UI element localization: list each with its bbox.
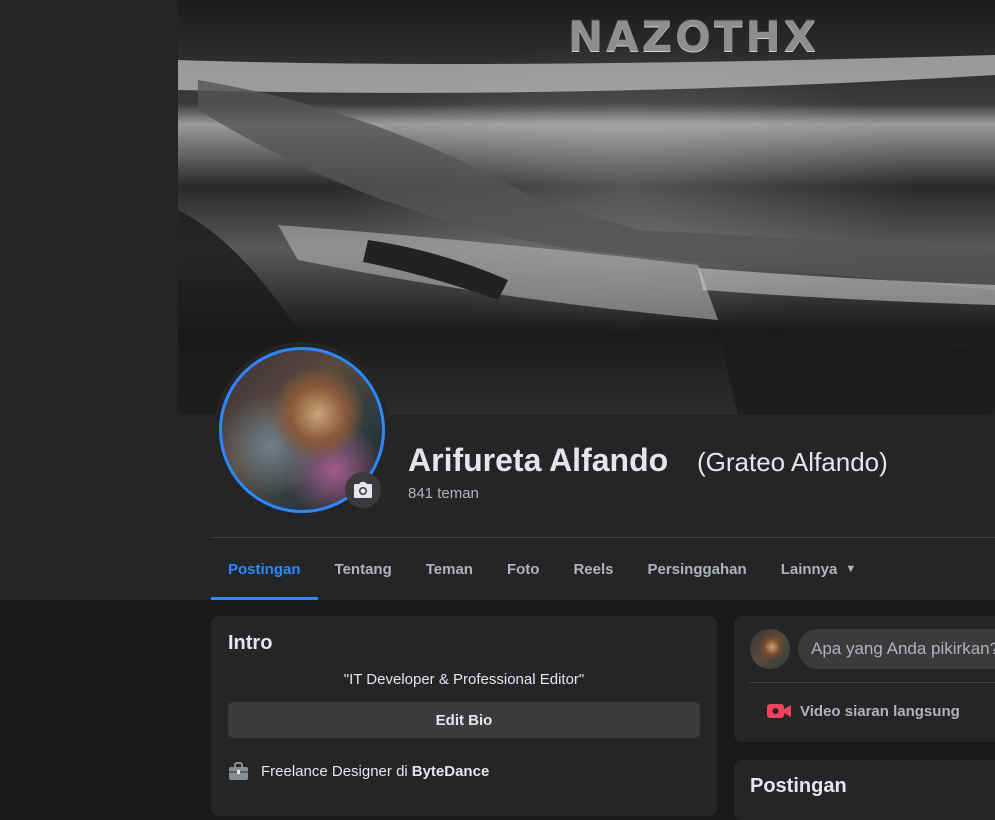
edit-bio-button[interactable]: Edit Bio xyxy=(228,702,700,738)
tab-foto[interactable]: Foto xyxy=(490,538,556,600)
camera-icon[interactable] xyxy=(345,472,381,508)
tab-reels[interactable]: Reels xyxy=(556,538,630,600)
composer-card: Apa yang Anda pikirkan? Video siaran lan… xyxy=(734,616,995,742)
tab-tentang[interactable]: Tentang xyxy=(318,538,409,600)
cover-brand-text: NAZOTHX xyxy=(568,12,819,61)
composer-avatar[interactable] xyxy=(750,629,790,669)
work-info: Freelance Designer di ByteDance xyxy=(228,762,489,781)
video-camera-icon xyxy=(766,702,792,720)
composer-divider xyxy=(750,682,995,683)
caret-down-icon: ▼ xyxy=(845,563,857,575)
tab-postingan[interactable]: Postingan xyxy=(211,538,318,600)
work-company[interactable]: ByteDance xyxy=(412,763,490,780)
briefcase-icon xyxy=(228,762,249,781)
profile-tabs: Postingan Tentang Teman Foto Reels Persi… xyxy=(211,538,873,600)
bio-text: "IT Developer & Professional Editor" xyxy=(343,671,585,688)
posts-title: Postingan xyxy=(750,775,847,797)
posts-card: Postingan xyxy=(734,760,995,820)
tab-label: Teman xyxy=(425,560,473,578)
tab-label: Reels xyxy=(573,560,614,578)
tab-lainnya[interactable]: Lainnya ▼ xyxy=(764,538,874,600)
composer-input[interactable]: Apa yang Anda pikirkan? xyxy=(798,629,995,669)
friend-count[interactable]: 841 teman xyxy=(408,485,479,502)
intro-card: Intro "IT Developer & Professional Edito… xyxy=(211,616,717,816)
live-video-label: Video siaran langsung xyxy=(800,702,960,720)
profile-name: Arifureta Alfando xyxy=(408,442,669,478)
tab-label: Lainnya xyxy=(780,560,838,578)
live-video-button[interactable]: Video siaran langsung xyxy=(766,702,960,720)
tab-teman[interactable]: Teman xyxy=(409,538,490,600)
work-prefix: Freelance Designer di xyxy=(261,763,408,780)
alternate-name: (Grateo Alfando) xyxy=(697,447,888,477)
tab-label: Persinggahan xyxy=(647,560,747,578)
intro-title: Intro xyxy=(228,632,273,654)
tab-persinggahan[interactable]: Persinggahan xyxy=(630,538,763,600)
tab-label: Foto xyxy=(506,560,540,578)
tab-label: Postingan xyxy=(228,560,301,578)
tab-label: Tentang xyxy=(334,560,392,578)
